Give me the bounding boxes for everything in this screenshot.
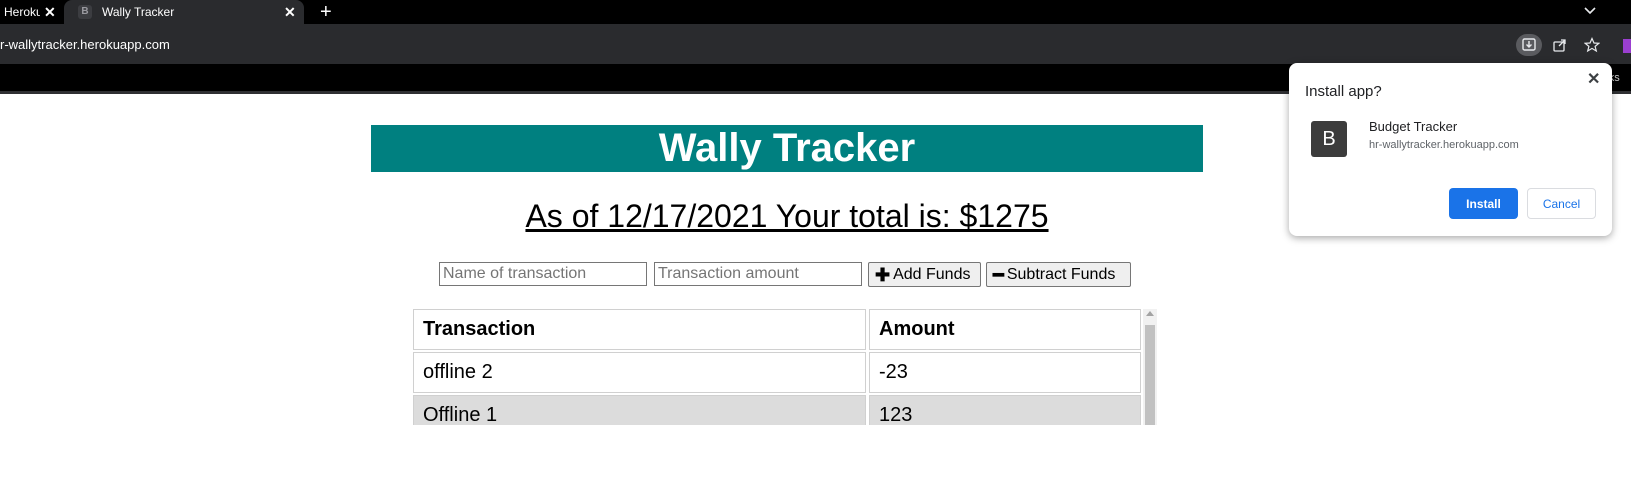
table-cell-transaction: Offline 1 — [413, 395, 866, 425]
cancel-button[interactable]: Cancel — [1527, 188, 1596, 219]
page-title: Wally Tracker — [371, 125, 1203, 172]
plus-icon: ✚ — [875, 264, 891, 285]
transactions-table: Transaction Amount offline 2 -23 Offline… — [412, 306, 1159, 425]
subtract-funds-button[interactable]: ━ Subtract Funds — [986, 262, 1131, 287]
dialog-title: Install app? — [1305, 83, 1382, 100]
new-tab-button[interactable]: + — [320, 1, 332, 23]
close-icon[interactable]: ✕ — [1587, 69, 1600, 89]
column-header-transaction: Transaction — [413, 309, 866, 350]
address-bar[interactable]: r-wallytracker.herokuapp.com — [0, 37, 170, 52]
star-icon[interactable] — [1579, 34, 1605, 56]
close-icon[interactable]: ✕ — [284, 4, 296, 21]
tab-strip: Heroku ✕ B Wally Tracker ✕ + — [0, 0, 1631, 24]
table-scrollbar[interactable] — [1143, 309, 1157, 425]
app-url: hr-wallytracker.herokuapp.com — [1369, 139, 1519, 151]
app-icon: B — [1311, 121, 1347, 157]
tab-heroku[interactable]: Heroku ✕ — [0, 0, 62, 24]
scroll-thumb[interactable] — [1145, 325, 1155, 425]
app-name: Budget Tracker — [1369, 119, 1458, 134]
transaction-name-input[interactable] — [439, 262, 647, 286]
favicon-icon: B — [78, 5, 92, 19]
browser-toolbar: r-wallytracker.herokuapp.com — [0, 24, 1631, 64]
table-cell-amount: -23 — [869, 352, 1141, 393]
scroll-up-arrow-icon[interactable] — [1146, 311, 1154, 316]
add-funds-button[interactable]: ✚ Add Funds — [868, 262, 981, 287]
share-icon[interactable] — [1547, 34, 1573, 56]
add-funds-label: Add Funds — [893, 265, 971, 283]
transaction-amount-input[interactable] — [654, 262, 862, 286]
table-cell-transaction: offline 2 — [413, 352, 866, 393]
minus-icon: ━ — [993, 264, 1004, 285]
install-app-icon[interactable] — [1516, 34, 1542, 56]
tab-wally-tracker[interactable]: B Wally Tracker ✕ — [64, 0, 304, 24]
column-header-amount: Amount — [869, 309, 1141, 350]
install-button[interactable]: Install — [1449, 188, 1518, 219]
tab-title: Wally Tracker — [102, 5, 175, 19]
download-icon — [1522, 38, 1536, 51]
subtract-funds-label: Subtract Funds — [1006, 265, 1116, 283]
tab-title: Heroku — [4, 5, 40, 19]
chevron-down-icon[interactable] — [1582, 2, 1598, 18]
total-text: As of 12/17/2021 Your total is: $1275 — [525, 198, 1049, 234]
table-cell-amount: 123 — [869, 395, 1141, 425]
install-app-dialog: Install app? ✕ B Budget Tracker hr-wally… — [1289, 63, 1612, 236]
extension-icon[interactable] — [1623, 39, 1631, 53]
close-icon[interactable]: ✕ — [44, 4, 56, 21]
